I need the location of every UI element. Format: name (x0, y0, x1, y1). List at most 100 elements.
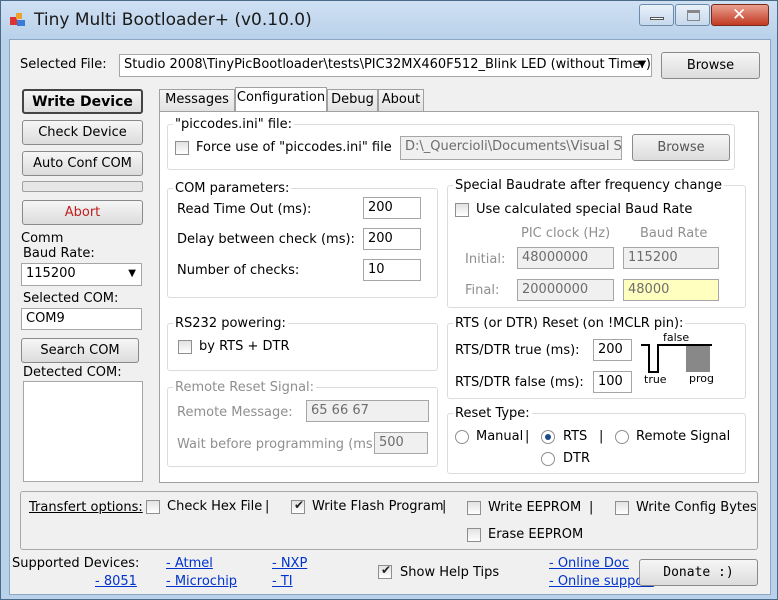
piccodes-path-input[interactable]: D:\_Quercioli\Documents\Visual Studio (400, 136, 622, 160)
minimize-button[interactable] (639, 4, 674, 26)
app-icon (10, 13, 25, 26)
reset-remote-radio[interactable] (615, 430, 629, 444)
check-mark-icon: ✔ (294, 498, 305, 512)
com-parameters-title: COM parameters: (173, 181, 292, 196)
initial-label: Initial: (465, 252, 506, 267)
separator: | (599, 429, 604, 444)
link-atmel[interactable]: - Atmel (166, 556, 213, 571)
use-special-baud-label: Use calculated special Baud Rate (476, 202, 693, 217)
remote-message-label: Remote Message: (177, 405, 293, 420)
detected-com-list[interactable] (23, 381, 143, 482)
check-hex-checkbox[interactable] (146, 500, 160, 514)
title-bar: Tiny Multi Bootloader+ (v0.10.0) ✕ (1, 1, 777, 39)
link-microchip[interactable]: - Microchip (166, 574, 237, 589)
reset-type-title: Reset Type: (453, 406, 532, 421)
check-device-button[interactable]: Check Device (22, 120, 143, 145)
number-of-checks-label: Number of checks: (177, 263, 300, 278)
auto-conf-com-button[interactable]: Auto Conf COM (22, 151, 143, 176)
maximize-button[interactable] (675, 4, 710, 26)
remote-message-input[interactable]: 65 66 67 (306, 400, 429, 422)
special-baudrate-title: Special Baudrate after frequency change (453, 178, 724, 193)
detected-com-label: Detected COM: (23, 365, 122, 380)
link-8051[interactable]: - 8051 (95, 574, 137, 589)
remote-reset-title: Remote Reset Signal: (173, 380, 317, 395)
pic-clock-header: PIC clock (Hz) (521, 226, 611, 241)
piccodes-browse-button[interactable]: Browse (632, 134, 730, 161)
wait-before-programming-input[interactable]: 500 (374, 432, 428, 454)
check-hex-label: Check Hex File (167, 499, 263, 514)
donate-button[interactable]: Donate :) (639, 559, 758, 586)
write-device-button[interactable]: Write Device (22, 89, 143, 114)
separator: | (589, 500, 594, 515)
selected-file-label: Selected File: (20, 57, 107, 72)
baud-rate-select[interactable]: 115200 ▼ (21, 263, 142, 286)
show-help-tips-label: Show Help Tips (400, 565, 500, 580)
tab-about[interactable]: About (378, 89, 424, 111)
tab-messages[interactable]: Messages (159, 89, 235, 111)
erase-eeprom-checkbox[interactable] (467, 528, 481, 542)
maximize-icon (687, 10, 700, 21)
rts-dtr-power-checkbox[interactable] (178, 340, 192, 354)
close-button[interactable]: ✕ (711, 4, 769, 26)
baud-rate-label: Baud Rate: (23, 246, 95, 261)
write-config-label: Write Config Bytes (636, 500, 757, 515)
final-clock-input[interactable]: 20000000 (517, 279, 614, 301)
reset-manual-label: Manual (476, 429, 524, 444)
link-nxp[interactable]: - NXP (272, 556, 307, 571)
rts-true-input[interactable]: 200 (593, 339, 632, 361)
search-com-button[interactable]: Search COM (21, 338, 139, 363)
use-special-baud-checkbox[interactable] (455, 203, 469, 217)
separator: | (525, 429, 530, 444)
reset-dtr-label: DTR (563, 451, 590, 466)
wait-before-programming-label: Wait before programming (ms): (177, 437, 383, 452)
reset-rts-radio[interactable] (541, 430, 555, 444)
reset-remote-label: Remote Signal (636, 429, 731, 444)
reset-dtr-radio[interactable] (541, 452, 555, 466)
force-piccodes-label: Force use of "piccodes.ini" file (196, 140, 392, 155)
minimize-icon (650, 17, 664, 20)
initial-baud-input[interactable]: 115200 (623, 247, 719, 269)
window-title: Tiny Multi Bootloader+ (v0.10.0) (34, 10, 312, 30)
link-online-doc[interactable]: - Online Doc (549, 556, 629, 571)
selected-file-value: Studio 2008\TinyPicBootloader\tests\PIC3… (124, 57, 652, 72)
baud-rate-value: 115200 (26, 266, 76, 281)
show-help-tips-checkbox[interactable]: ✔ (378, 563, 392, 579)
selected-file-input[interactable]: Studio 2008\TinyPicBootloader\tests\PIC3… (119, 54, 652, 77)
read-timeout-input[interactable]: 200 (363, 197, 421, 219)
selected-com-input[interactable]: COM9 (21, 308, 142, 330)
diagram-true-label: true (644, 373, 667, 386)
number-of-checks-input[interactable]: 10 (363, 259, 421, 281)
reset-manual-radio[interactable] (455, 430, 469, 444)
supported-devices-label: Supported Devices: (12, 556, 140, 571)
comm-group-title: Comm (21, 231, 64, 246)
app-window: Tiny Multi Bootloader+ (v0.10.0) ✕ Selec… (0, 0, 778, 600)
write-config-checkbox[interactable] (615, 501, 629, 515)
chevron-down-icon[interactable]: ▼ (638, 55, 646, 75)
diagram-false-label: false (663, 331, 690, 344)
rts-true-label: RTS/DTR true (ms): (455, 343, 580, 358)
write-eeprom-checkbox[interactable] (467, 501, 481, 515)
final-baud-input[interactable]: 48000 (623, 279, 719, 301)
piccodes-group-title: "piccodes.ini" file: (173, 117, 294, 132)
initial-clock-input[interactable]: 48000000 (517, 247, 614, 269)
link-ti[interactable]: - TI (272, 574, 293, 589)
write-flash-checkbox[interactable]: ✔ (291, 498, 305, 514)
rts-dtr-power-label: by RTS + DTR (199, 339, 290, 354)
browse-file-button[interactable]: Browse (661, 52, 760, 79)
radio-selected-dot (545, 434, 551, 440)
delay-between-check-label: Delay between check (ms): (177, 232, 355, 247)
separator: | (265, 499, 270, 514)
tab-configuration[interactable]: Configuration (235, 87, 327, 112)
check-mark-icon: ✔ (381, 563, 392, 577)
force-piccodes-checkbox[interactable] (175, 141, 189, 155)
final-label: Final: (465, 283, 500, 298)
rts-false-label: RTS/DTR false (ms): (455, 375, 584, 390)
delay-between-check-input[interactable]: 200 (363, 228, 421, 250)
remote-reset-group (167, 387, 438, 467)
tab-debug[interactable]: Debug (327, 89, 378, 111)
erase-eeprom-label: Erase EEPROM (488, 527, 584, 542)
transfer-options-label: Transfert options: (29, 500, 143, 515)
abort-button[interactable]: Abort (22, 200, 143, 225)
write-eeprom-label: Write EEPROM (488, 500, 582, 515)
rts-false-input[interactable]: 100 (593, 371, 632, 393)
